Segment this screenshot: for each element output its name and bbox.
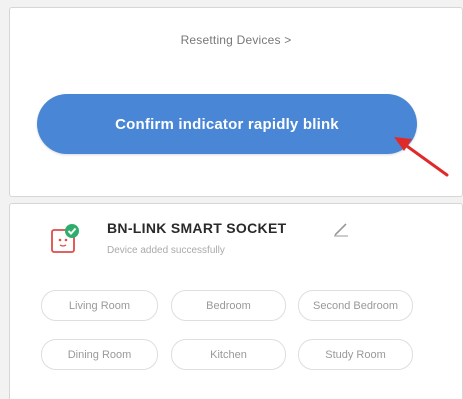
room-chip-living-room[interactable]: Living Room [41, 290, 158, 321]
setup-card: Resetting Devices > Confirm indicator ra… [9, 7, 463, 197]
resetting-devices-link[interactable]: Resetting Devices > [10, 33, 462, 47]
edit-pencil-icon[interactable] [333, 221, 349, 237]
device-card: BN-LINK SMART SOCKET Device added succes… [9, 203, 463, 399]
device-name: BN-LINK SMART SOCKET [107, 220, 287, 236]
smart-socket-icon [51, 224, 79, 253]
room-chip-study-room[interactable]: Study Room [298, 339, 413, 370]
room-chip-second-bedroom[interactable]: Second Bedroom [298, 290, 413, 321]
room-chip-dining-room[interactable]: Dining Room [41, 339, 158, 370]
annotation-arrow-icon [394, 137, 449, 177]
device-status-text: Device added successfully [107, 245, 225, 256]
confirm-indicator-button[interactable]: Confirm indicator rapidly blink [37, 94, 417, 154]
room-chip-kitchen[interactable]: Kitchen [171, 339, 286, 370]
room-chip-bedroom[interactable]: Bedroom [171, 290, 286, 321]
